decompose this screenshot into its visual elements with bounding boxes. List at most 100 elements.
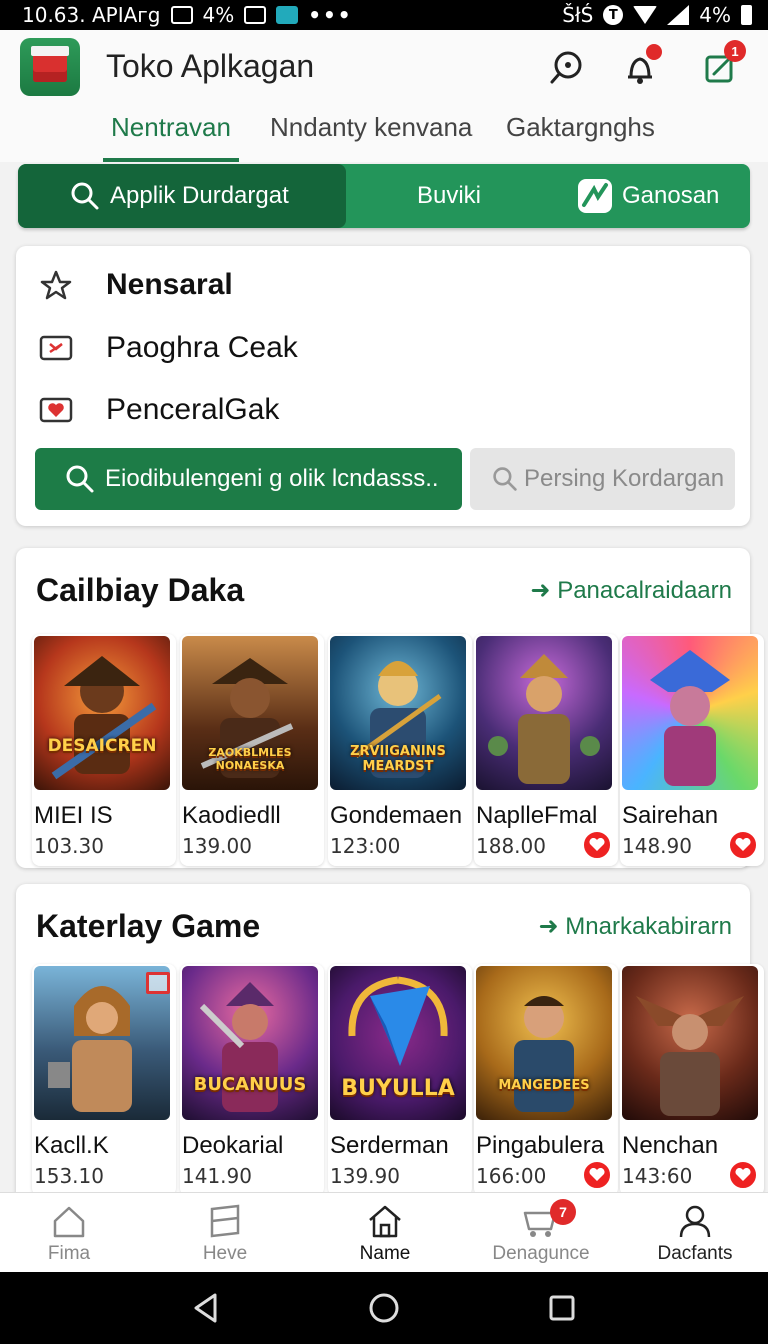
segment-label: Ganosan xyxy=(622,182,720,209)
game-name: Serderman xyxy=(330,1132,449,1159)
game-tile[interactable]: Kacll.K 153.10 xyxy=(32,964,176,1196)
game-tile[interactable]: NaplleFmal 188.00 xyxy=(474,634,618,866)
menu-item-label: Nensaral xyxy=(106,268,233,301)
menu-item-penceralgak[interactable]: PenceralGak xyxy=(38,385,279,435)
game-name: Pingabulera xyxy=(476,1132,605,1159)
segment-label: Buviki xyxy=(416,182,482,209)
back-icon xyxy=(194,1293,217,1323)
star-outline-icon xyxy=(38,270,74,300)
game-tile[interactable]: BUCANUUS Deokarial 141.90 xyxy=(180,964,324,1196)
gift-icon xyxy=(146,972,170,994)
game-price: 139.90 xyxy=(330,1164,400,1188)
arrow-right-icon: ➜ xyxy=(530,577,551,604)
home-icon xyxy=(53,1206,85,1238)
network-type: ŠłŚ xyxy=(562,3,594,27)
notification-dot xyxy=(646,44,662,60)
recents-icon xyxy=(549,1295,575,1321)
secondary-button-label: Persing Kordargan xyxy=(524,465,725,492)
battery-icon xyxy=(741,5,752,25)
game-tile[interactable]: BUYULLA Serderman 139.90 xyxy=(328,964,472,1196)
nav-label: Dacfants xyxy=(657,1243,733,1264)
user-icon xyxy=(679,1205,711,1238)
game-thumbnail xyxy=(622,636,758,790)
game-tile[interactable]: Sairehan 148.90 xyxy=(620,634,764,866)
game-thumbnail: ZAOKBLMLES NONAESKA xyxy=(182,636,318,790)
game-price: 153.10 xyxy=(34,1164,104,1188)
game-tile[interactable]: ZAOKBLMLES NONAESKA Kaodiedll 139.00 xyxy=(180,634,324,866)
home-circle-icon xyxy=(369,1293,399,1323)
edit-badge: 1 xyxy=(724,40,746,62)
secondary-search-button[interactable]: Persing Kordargan xyxy=(470,448,735,510)
search-icon xyxy=(71,182,99,210)
menu-item-nensaral[interactable]: Nensaral xyxy=(38,260,233,310)
system-nav-bar xyxy=(0,1272,768,1344)
search-chat-icon xyxy=(550,51,582,84)
art-title: ZRVIIGANINS MEARDST xyxy=(350,744,446,774)
app-header: Toko Aplkagan 1 Nentravan Nndanty kenvan… xyxy=(0,30,768,162)
notifications-button[interactable] xyxy=(618,44,662,90)
game-price: 148.90 xyxy=(622,834,692,858)
menu-item-paoghra-ceak[interactable]: Paoghra Ceak xyxy=(38,323,298,373)
section-title: Katerlay Game xyxy=(36,908,261,944)
game-price: 141.90 xyxy=(182,1164,252,1188)
game-thumbnail: MANGEDEES xyxy=(476,966,612,1120)
status-bar: 10.63. APIAгg 4% ••• ŠłŚ T 4% xyxy=(0,0,768,30)
see-all-label: Mnarkakabirarn xyxy=(565,913,732,940)
game-price: 166:00 xyxy=(476,1164,547,1188)
heart-icon xyxy=(38,395,74,425)
game-tile[interactable]: Nenchan 143:60 xyxy=(620,964,764,1196)
nav-item-denagunce[interactable]: 7 Denagunce xyxy=(466,1193,616,1273)
segment-applik-durdargat[interactable]: Applik Durdargat xyxy=(18,164,346,228)
nav-label: Fima xyxy=(47,1243,91,1264)
house-icon xyxy=(369,1205,401,1238)
game-price: 188.00 xyxy=(476,834,546,858)
store-logo-icon xyxy=(20,38,80,96)
section-katerlay-game: Katerlay Game ➜ Mnarkakabirarn Kacll.K 1… xyxy=(16,884,764,1224)
status-battery-text: 4% xyxy=(202,3,235,27)
menu-card: Nensaral Paoghra Ceak PenceralGak Eiodib… xyxy=(16,246,750,526)
game-name: Kaodiedll xyxy=(182,802,281,829)
app-notification-icon xyxy=(276,6,299,24)
game-thumbnail xyxy=(622,966,758,1120)
game-icon xyxy=(578,179,612,213)
mail-icon xyxy=(38,333,74,363)
home-button[interactable] xyxy=(364,1290,404,1326)
game-price: 139.00 xyxy=(182,834,252,858)
game-tile[interactable]: ZRVIIGANINS MEARDST Gondemaen 123:00 xyxy=(328,634,472,866)
edit-button[interactable]: 1 xyxy=(698,40,746,90)
see-all-link[interactable]: ➜ Panacalraidaarn xyxy=(530,576,732,605)
primary-search-button[interactable]: Eiodibulengeni g olik lcndasss.. xyxy=(35,448,462,510)
section-title: Cailbiay Daka xyxy=(36,572,245,608)
segment-buviki[interactable]: Buviki xyxy=(346,164,552,228)
game-tiles: DESAICREN MIEI IS 103.30 ZAOKBLMLES NONA… xyxy=(16,634,764,870)
tab-nentravan[interactable]: Nentravan xyxy=(103,112,239,162)
see-all-label: Panacalraidaarn xyxy=(557,577,732,604)
recents-button[interactable] xyxy=(542,1290,582,1326)
game-tiles: Kacll.K 153.10 BUCANUUS Deokarial 141.90… xyxy=(16,964,764,1200)
nav-label: Name xyxy=(359,1243,411,1264)
nav-item-name[interactable]: Name xyxy=(310,1193,460,1273)
game-thumbnail: BUYULLA xyxy=(330,966,466,1120)
search-chat-button[interactable] xyxy=(544,46,588,90)
tab-gaktargnghs[interactable]: Gaktargnghs xyxy=(506,112,655,162)
nav-item-dacfants[interactable]: Dacfants xyxy=(620,1193,768,1273)
nav-item-heve[interactable]: Heve xyxy=(150,1193,300,1273)
arrow-right-icon: ➜ xyxy=(538,913,559,940)
back-button[interactable] xyxy=(186,1290,226,1326)
primary-button-label: Eiodibulengeni g olik lcndasss.. xyxy=(105,465,439,492)
page-title: Toko Aplkagan xyxy=(106,48,315,84)
menu-item-label: Paoghra Ceak xyxy=(106,331,298,364)
game-thumbnail: DESAICREN xyxy=(34,636,170,790)
more-notifications-icon: ••• xyxy=(308,3,353,27)
art-title: BUYULLA xyxy=(341,1076,455,1101)
game-name: Gondemaen xyxy=(330,802,463,829)
segmented-control: Applik Durdargat Buviki Ganosan xyxy=(18,164,750,228)
art-title: BUCANUUS xyxy=(193,1074,307,1095)
game-tile[interactable]: DESAICREN MIEI IS 103.30 xyxy=(32,634,176,866)
game-tile[interactable]: MANGEDEES Pingabulera 166:00 xyxy=(474,964,618,1196)
book-icon xyxy=(210,1204,240,1238)
see-all-link[interactable]: ➜ Mnarkakabirarn xyxy=(538,912,732,941)
segment-ganosan[interactable]: Ganosan xyxy=(552,164,750,228)
nav-item-fima[interactable]: Fima xyxy=(0,1193,144,1273)
tab-nndanty-kenvana[interactable]: Nndanty kenvana xyxy=(270,112,472,162)
